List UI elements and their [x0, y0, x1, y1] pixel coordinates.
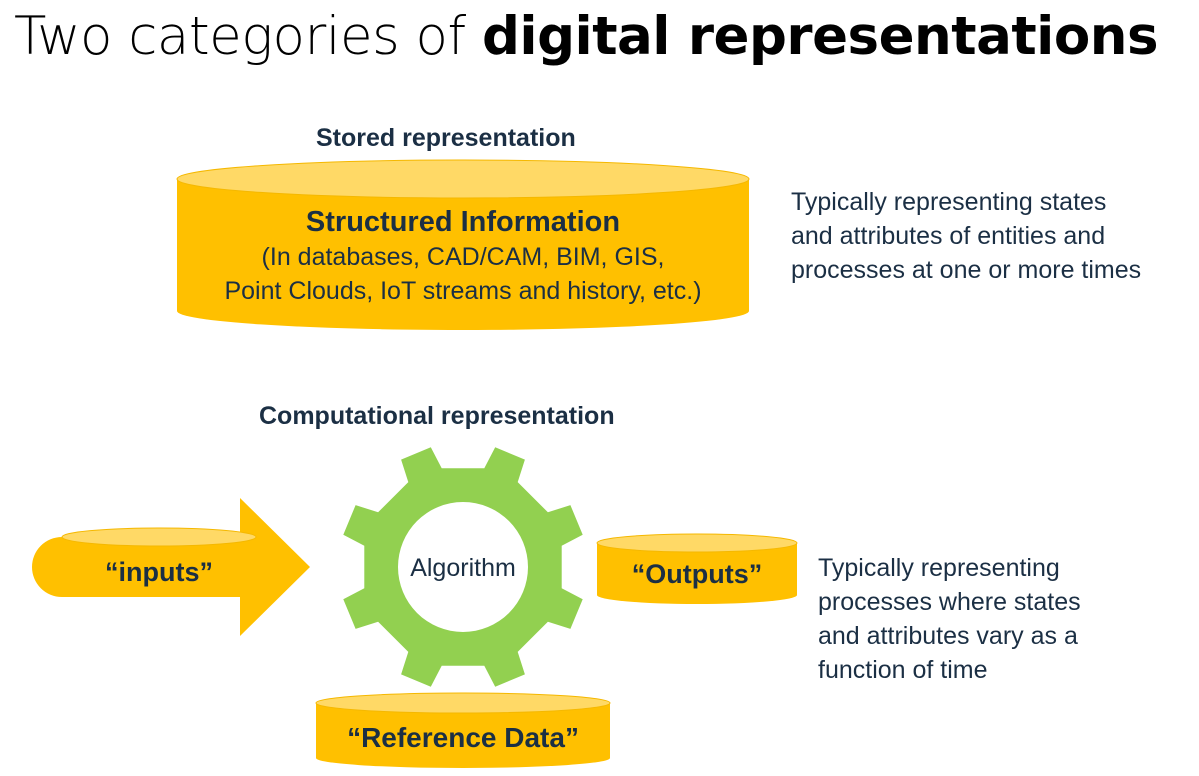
- slide: Two categories of digital representation…: [0, 0, 1199, 776]
- outputs-label: “Outputs”: [632, 559, 762, 589]
- inputs-label: “inputs”: [105, 557, 213, 587]
- structured-info-title: Structured Information: [306, 206, 620, 238]
- stored-desc-line-3: processes at one or more times: [791, 256, 1142, 284]
- algorithm-label: Algorithm: [410, 554, 516, 582]
- structured-info-line-2: Point Clouds, IoT streams and history, e…: [224, 277, 701, 305]
- structured-info-line-1: (In databases, CAD/CAM, BIM, GIS,: [262, 243, 665, 271]
- reference-cylinder-top: [315, 692, 611, 714]
- comp-desc-line-1: Typically representing: [818, 554, 1060, 582]
- algorithm-gear: Algorithm: [343, 447, 583, 687]
- stored-desc-line-2: and attributes of entities and: [791, 222, 1106, 250]
- computational-description: Typically representing processes where s…: [818, 551, 1081, 687]
- outputs-cylinder: “Outputs”: [596, 533, 798, 604]
- stored-cylinder: Structured Information (In databases, CA…: [176, 159, 750, 330]
- comp-desc-line-2: processes where states: [818, 588, 1081, 616]
- reference-data-cylinder: “Reference Data”: [315, 692, 611, 768]
- inputs-cylinder-top: [61, 527, 257, 547]
- inputs-arrow: “inputs”: [32, 498, 310, 636]
- computational-heading: Computational representation: [259, 402, 615, 430]
- stored-desc-line-1: Typically representing states: [791, 188, 1107, 216]
- comp-desc-line-4: function of time: [818, 656, 988, 684]
- stored-cylinder-top: [176, 159, 750, 199]
- stored-description: Typically representing states and attrib…: [791, 185, 1141, 287]
- comp-desc-line-3: and attributes vary as a: [818, 622, 1078, 650]
- outputs-cylinder-top: [596, 533, 798, 553]
- reference-data-label: “Reference Data”: [347, 722, 579, 753]
